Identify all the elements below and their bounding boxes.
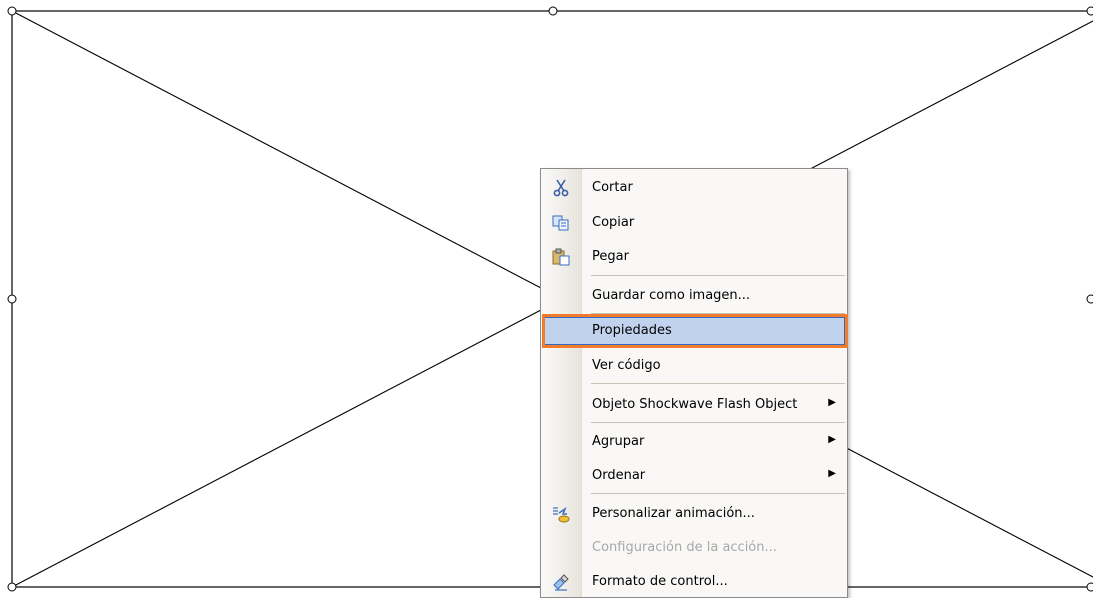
menu-item-objeto-shockwave[interactable]: Objeto Shockwave Flash Object ▶ (542, 389, 846, 421)
menu-item-cortar[interactable]: Cortar (542, 172, 846, 204)
copy-icon (552, 215, 569, 231)
menu-item-label: Ver código (592, 358, 661, 373)
slide-canvas: Cortar Copiar Pegar Guardar como imagen.… (0, 0, 1093, 598)
menu-separator (591, 493, 845, 494)
menu-item-agrupar[interactable]: Agrupar ▶ (542, 426, 846, 458)
paste-icon (552, 248, 570, 266)
menu-item-pegar[interactable]: Pegar (542, 241, 846, 273)
menu-item-label: Objeto Shockwave Flash Object (592, 397, 798, 412)
menu-item-label: Ordenar (592, 468, 646, 483)
menu-separator (591, 422, 845, 423)
menu-item-propiedades[interactable]: Propiedades (542, 315, 846, 347)
menu-item-label: Pegar (592, 249, 629, 264)
menu-item-label: Cortar (592, 180, 633, 195)
submenu-arrow-icon: ▶ (828, 468, 836, 479)
menu-separator (591, 383, 845, 384)
submenu-arrow-icon: ▶ (828, 397, 836, 408)
submenu-arrow-icon: ▶ (828, 434, 836, 445)
resize-handle[interactable] (7, 294, 17, 304)
resize-handle[interactable] (1086, 6, 1093, 16)
custom-animation-icon (553, 507, 570, 523)
menu-item-formato-de-control[interactable]: Formato de control... (542, 566, 846, 598)
menu-item-label: Personalizar animación... (592, 506, 755, 521)
menu-item-configuracion-accion: Configuración de la acción... (542, 532, 846, 564)
format-control-icon (553, 574, 569, 591)
menu-item-guardar-como-imagen[interactable]: Guardar como imagen... (542, 280, 846, 312)
resize-handle[interactable] (7, 582, 17, 592)
menu-separator (591, 275, 845, 276)
menu-item-label: Formato de control... (592, 574, 728, 589)
resize-handle[interactable] (1086, 294, 1093, 304)
resize-handle[interactable] (548, 6, 558, 16)
context-menu: Cortar Copiar Pegar Guardar como imagen.… (540, 168, 848, 598)
menu-item-label: Guardar como imagen... (592, 288, 751, 303)
menu-item-copiar[interactable]: Copiar (542, 207, 846, 239)
menu-item-ver-codigo[interactable]: Ver código (542, 350, 846, 382)
menu-item-label: Configuración de la acción... (592, 540, 777, 555)
menu-item-personalizar-animacion[interactable]: Personalizar animación... (542, 498, 846, 530)
menu-item-label: Copiar (592, 215, 635, 230)
menu-item-ordenar[interactable]: Ordenar ▶ (542, 460, 846, 492)
scissors-icon (553, 179, 569, 197)
resize-handle[interactable] (7, 6, 17, 16)
menu-item-label: Agrupar (592, 434, 645, 449)
menu-item-label: Propiedades (592, 323, 672, 338)
resize-handle[interactable] (1086, 582, 1093, 592)
